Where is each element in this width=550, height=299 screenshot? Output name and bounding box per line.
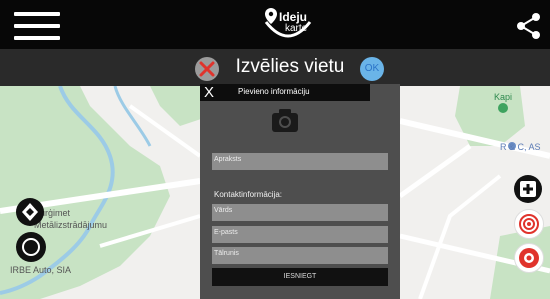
- confirm-button[interactable]: OK: [360, 57, 384, 81]
- top-bar: Ideju karte: [0, 0, 550, 49]
- plus-square-icon: [520, 181, 536, 197]
- modal-title: Pievieno informāciju: [238, 87, 310, 96]
- map-label-metalla: Metālizstrādājumu: [34, 220, 108, 230]
- info-modal: X Pievieno informāciju Apraksts Kontakti…: [200, 84, 400, 299]
- map-label-irbe: IRBE Auto, SIA: [10, 265, 72, 275]
- name-field[interactable]: Vārds: [212, 204, 388, 221]
- share-icon[interactable]: [514, 12, 542, 40]
- close-icon: [199, 61, 215, 77]
- email-field[interactable]: E-pasts: [212, 226, 388, 243]
- modal-close-button[interactable]: X: [204, 85, 214, 100]
- map-label-rcas: R & C, AS: [500, 142, 541, 152]
- crosshair-icon: [519, 248, 539, 268]
- page-title: Izvēlies vietu: [235, 56, 345, 77]
- menu-icon[interactable]: [14, 12, 60, 40]
- add-point-button[interactable]: [514, 175, 542, 203]
- logo-text-ideju: Ideju: [279, 10, 308, 24]
- my-location-button[interactable]: [514, 243, 544, 273]
- submit-button[interactable]: IESNIEGT: [212, 268, 388, 286]
- description-field[interactable]: Apraksts: [212, 153, 388, 170]
- target-button[interactable]: [514, 209, 544, 239]
- circle-icon: [22, 238, 40, 256]
- compass-button[interactable]: [16, 198, 44, 226]
- map-label-kapi: Kapi: [494, 92, 513, 102]
- location-circle-button[interactable]: [16, 232, 46, 262]
- app-logo: Ideju karte: [258, 6, 318, 42]
- camera-icon[interactable]: [271, 107, 299, 133]
- target-icon: [519, 214, 539, 234]
- logo-text-karte: karte: [285, 23, 308, 34]
- cancel-button[interactable]: [195, 57, 219, 81]
- modal-header: X Pievieno informāciju: [200, 84, 370, 101]
- phone-field[interactable]: Tālrunis: [212, 247, 388, 264]
- contact-heading: Kontaktinformācija:: [214, 190, 283, 199]
- navigation-icon: [22, 203, 38, 221]
